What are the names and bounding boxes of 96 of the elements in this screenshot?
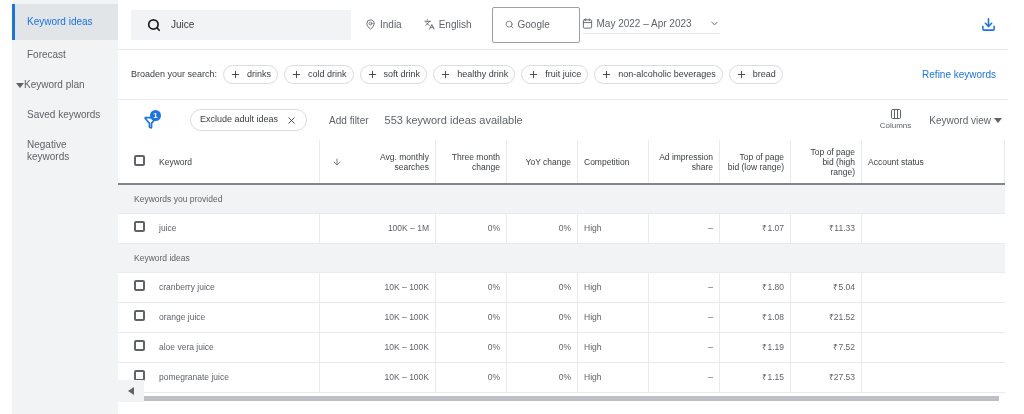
plus-icon [291,69,303,80]
sidebar-item[interactable]: Keyword ideas [12,4,118,40]
sidebar-item[interactable]: Forecast [12,40,118,70]
table-cell: High [584,222,602,235]
table-cell: 0% [487,222,500,235]
search-network-icon [504,20,514,29]
columns-button[interactable]: Columns [879,108,912,132]
location-button[interactable]: India [365,17,402,32]
plus-icon [735,69,747,80]
translate-icon [423,19,435,30]
date-range-dropdown[interactable]: May 2022 – Apr 2023 [581,15,720,34]
search-field[interactable]: Juice [131,9,351,40]
caret-left-icon [128,387,134,395]
column-header[interactable]: Account status [868,156,924,167]
horizontal-scrollbar[interactable] [144,395,999,401]
sidebar-item[interactable]: Saved keywords [12,100,118,130]
table-cell: 0% [558,371,571,384]
table-cell: High [584,371,602,384]
table-cell: ₹5.04 [833,281,855,294]
table-cell: 10K – 100K [384,311,429,324]
table-cell: ₹1.80 [762,281,784,294]
plus-icon [366,69,378,80]
table-cell: High [584,341,602,354]
column-header[interactable]: Keyword [159,156,193,167]
table-cell: 0% [487,341,500,354]
table-cell: 100K – 1M [387,222,429,235]
filter-count-badge: 1 [150,110,161,121]
download-icon[interactable] [981,17,996,32]
table-cell: – [708,311,713,324]
keyword-view-dropdown[interactable]: Keyword view [929,112,1002,128]
table-cell: pomegranate juice [159,371,229,384]
checkbox[interactable] [134,155,145,166]
table-cell: – [708,371,713,384]
table-cell: – [708,222,713,235]
table-cell: 0% [558,311,571,324]
table-cell: ₹1.08 [762,311,784,324]
table-cell: – [708,341,713,354]
broaden-label: Broaden your search: [131,67,218,81]
table-cell: ₹1.19 [762,341,784,354]
caret-icon [16,81,24,89]
refine-keywords-link[interactable]: Refine keywords [922,67,996,82]
checkbox[interactable] [134,340,145,352]
table-cell: 0% [558,341,571,354]
table-cell: 0% [558,222,571,235]
table-cell: 10K – 100K [384,371,429,384]
sidebar-item[interactable]: Negative keywords [12,130,118,172]
plus-icon [528,69,540,80]
columns-icon [889,108,902,120]
add-filter-button[interactable]: Add filter [329,112,369,128]
group-label: Keywords you provided [134,192,223,206]
column-header[interactable]: YoY change [525,156,571,167]
column-header[interactable]: Avg. monthly searches [369,151,429,172]
sort-icon[interactable] [332,156,342,167]
calendar-icon [581,17,593,29]
language-button[interactable]: English [423,17,472,32]
table-cell: ₹11.33 [829,222,855,235]
plus-icon [601,69,613,80]
table-cell: juice [159,222,177,235]
scroll-left-button[interactable] [118,380,144,402]
table-cell: orange juice [159,311,206,324]
table-cell: aloe vera juice [159,341,214,354]
table-cell: cranberry juice [159,281,215,294]
table-cell: 0% [558,281,571,294]
group-label: Keyword ideas [134,251,190,265]
network-button[interactable]: Google [491,6,580,43]
table-cell: 0% [487,311,500,324]
filter-button[interactable]: 1 [144,110,162,130]
table-cell: ₹21.52 [828,311,855,324]
close-icon [286,114,298,126]
table-cell: – [708,281,713,294]
table-cell: 0% [487,371,500,384]
table-cell: ₹1.15 [762,371,784,384]
checkbox[interactable] [134,221,145,233]
table-cell: ₹1.07 [762,222,784,235]
keyword-count: 553 keyword ideas available [384,112,523,128]
checkbox[interactable] [134,280,145,292]
caret-icon [994,116,1002,124]
plus-icon [230,69,242,80]
column-header[interactable]: Three month change [442,151,500,172]
column-header[interactable]: Top of page bid (high range) [797,146,855,177]
table-cell: 10K – 100K [384,281,429,294]
column-header[interactable]: Competition [584,156,630,167]
table-cell: 0% [487,281,500,294]
search-icon [147,17,161,32]
plus-icon [440,69,452,80]
table-cell: High [584,311,602,324]
filter-icon [144,116,157,129]
table-cell: 10K – 100K [384,341,429,354]
column-header[interactable]: Top of page bid (low range) [726,151,784,172]
table-cell: High [584,281,602,294]
table-cell: ₹27.53 [828,371,855,384]
checkbox[interactable] [134,310,145,322]
sidebar-item[interactable]: Keyword plan [12,70,118,100]
pin-icon [365,19,376,30]
table-cell: ₹7.52 [833,341,855,354]
column-header[interactable]: Ad impression share [655,151,713,172]
